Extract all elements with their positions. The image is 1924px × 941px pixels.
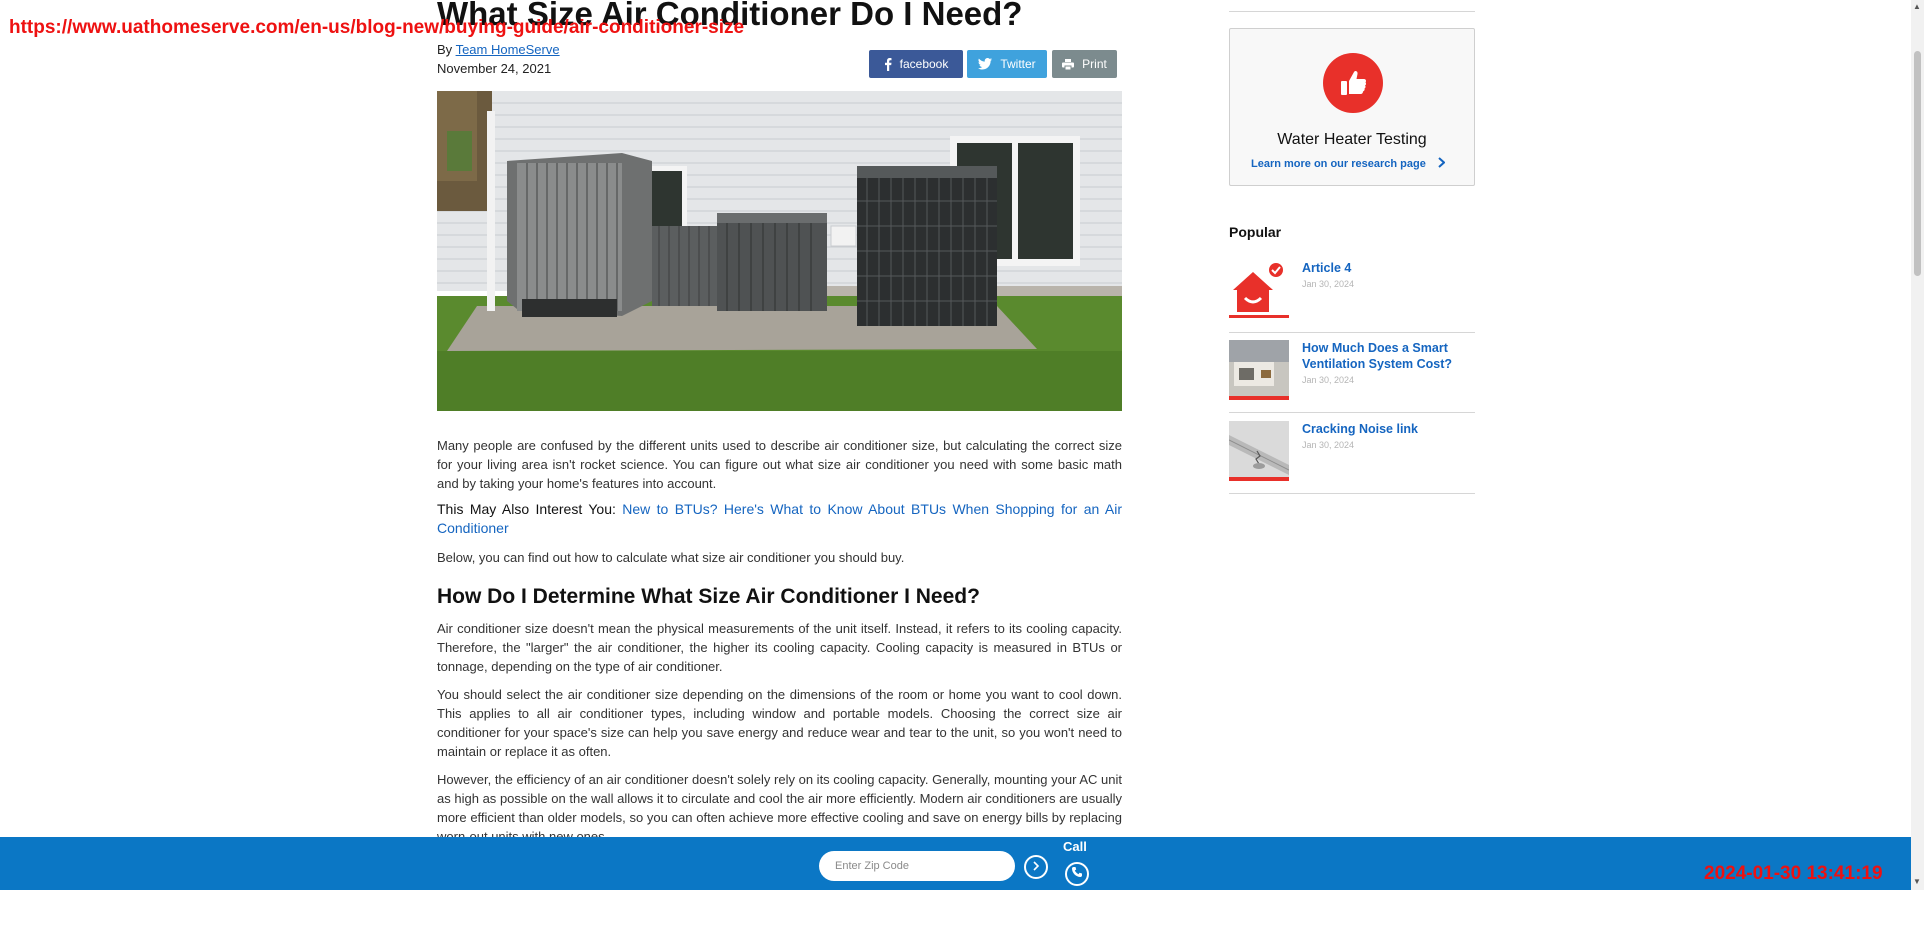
twitter-share-button[interactable]: Twitter	[967, 50, 1047, 78]
popular-item-title[interactable]: Cracking Noise link	[1302, 421, 1462, 437]
efficiency-paragraph: However, the efficiency of an air condit…	[437, 772, 1122, 844]
author-link[interactable]: Team HomeServe	[456, 42, 560, 57]
also-interest-paragraph: This May Also Interest You: New to BTUs?…	[437, 500, 1122, 538]
twitter-icon	[978, 58, 993, 70]
byline: By Team HomeServe	[437, 42, 560, 57]
popular-item-date: Jan 30, 2024	[1302, 279, 1355, 289]
popular-item-date: Jan 30, 2024	[1302, 375, 1355, 385]
popular-item-date: Jan 30, 2024	[1302, 440, 1355, 450]
popular-divider	[1229, 332, 1475, 333]
zip-code-input[interactable]	[819, 851, 1015, 881]
research-link-label: Learn more on our research page	[1251, 158, 1426, 170]
thumbs-up-icon	[1323, 53, 1383, 113]
call-label: Call	[1063, 839, 1087, 854]
print-label: Print	[1082, 57, 1107, 71]
zip-submit-button[interactable]	[1024, 855, 1048, 879]
research-page-link[interactable]: Learn more on our research page	[1251, 157, 1446, 171]
popular-divider	[1229, 412, 1475, 413]
publish-date: November 24, 2021	[437, 61, 552, 76]
card-title: Water Heater Testing	[1277, 131, 1427, 148]
ventilation-thumbnail	[1229, 340, 1289, 400]
house-check-icon	[1229, 260, 1289, 320]
twitter-label: Twitter	[1000, 57, 1036, 71]
intro-paragraph: Many people are confused by the differen…	[437, 438, 1122, 491]
print-button[interactable]: Print	[1052, 50, 1117, 78]
facebook-label: facebook	[899, 57, 949, 71]
hero-image-ac-units	[437, 91, 1122, 411]
size-meaning-paragraph: Air conditioner size doesn't mean the ph…	[437, 621, 1122, 674]
scroll-up-arrow-icon[interactable]: ▲	[1913, 2, 1921, 11]
facebook-share-button[interactable]: facebook	[869, 50, 963, 78]
timestamp-overlay: 2024-01-30 13:41:19	[1704, 863, 1883, 884]
section-heading-determine-size: How Do I Determine What Size Air Conditi…	[437, 585, 980, 608]
also-interest-label: This May Also Interest You:	[437, 501, 616, 517]
popular-item-title[interactable]: How Much Does a Smart Ventilation System…	[1302, 340, 1462, 372]
popular-divider	[1229, 493, 1475, 494]
printer-icon	[1062, 58, 1075, 70]
byline-prefix: By	[437, 42, 453, 57]
sidebar-divider	[1229, 11, 1475, 12]
phone-icon	[1071, 865, 1083, 883]
scrollbar-thumb[interactable]	[1914, 51, 1921, 276]
chevron-right-icon	[1438, 157, 1446, 171]
scroll-down-arrow-icon[interactable]: ▼	[1913, 877, 1921, 886]
calculate-paragraph: Below, you can find out how to calculate…	[437, 550, 905, 565]
url-overlay: https://www.uathomeserve.com/en-us/blog-…	[9, 17, 745, 38]
call-button[interactable]	[1065, 862, 1089, 886]
chevron-right-icon	[1032, 858, 1040, 876]
popular-heading: Popular	[1229, 224, 1282, 240]
pipe-crack-thumbnail	[1229, 421, 1289, 481]
popular-item-title[interactable]: Article 4	[1302, 260, 1462, 276]
select-size-paragraph: You should select the air conditioner si…	[437, 687, 1122, 759]
facebook-icon	[884, 57, 892, 71]
